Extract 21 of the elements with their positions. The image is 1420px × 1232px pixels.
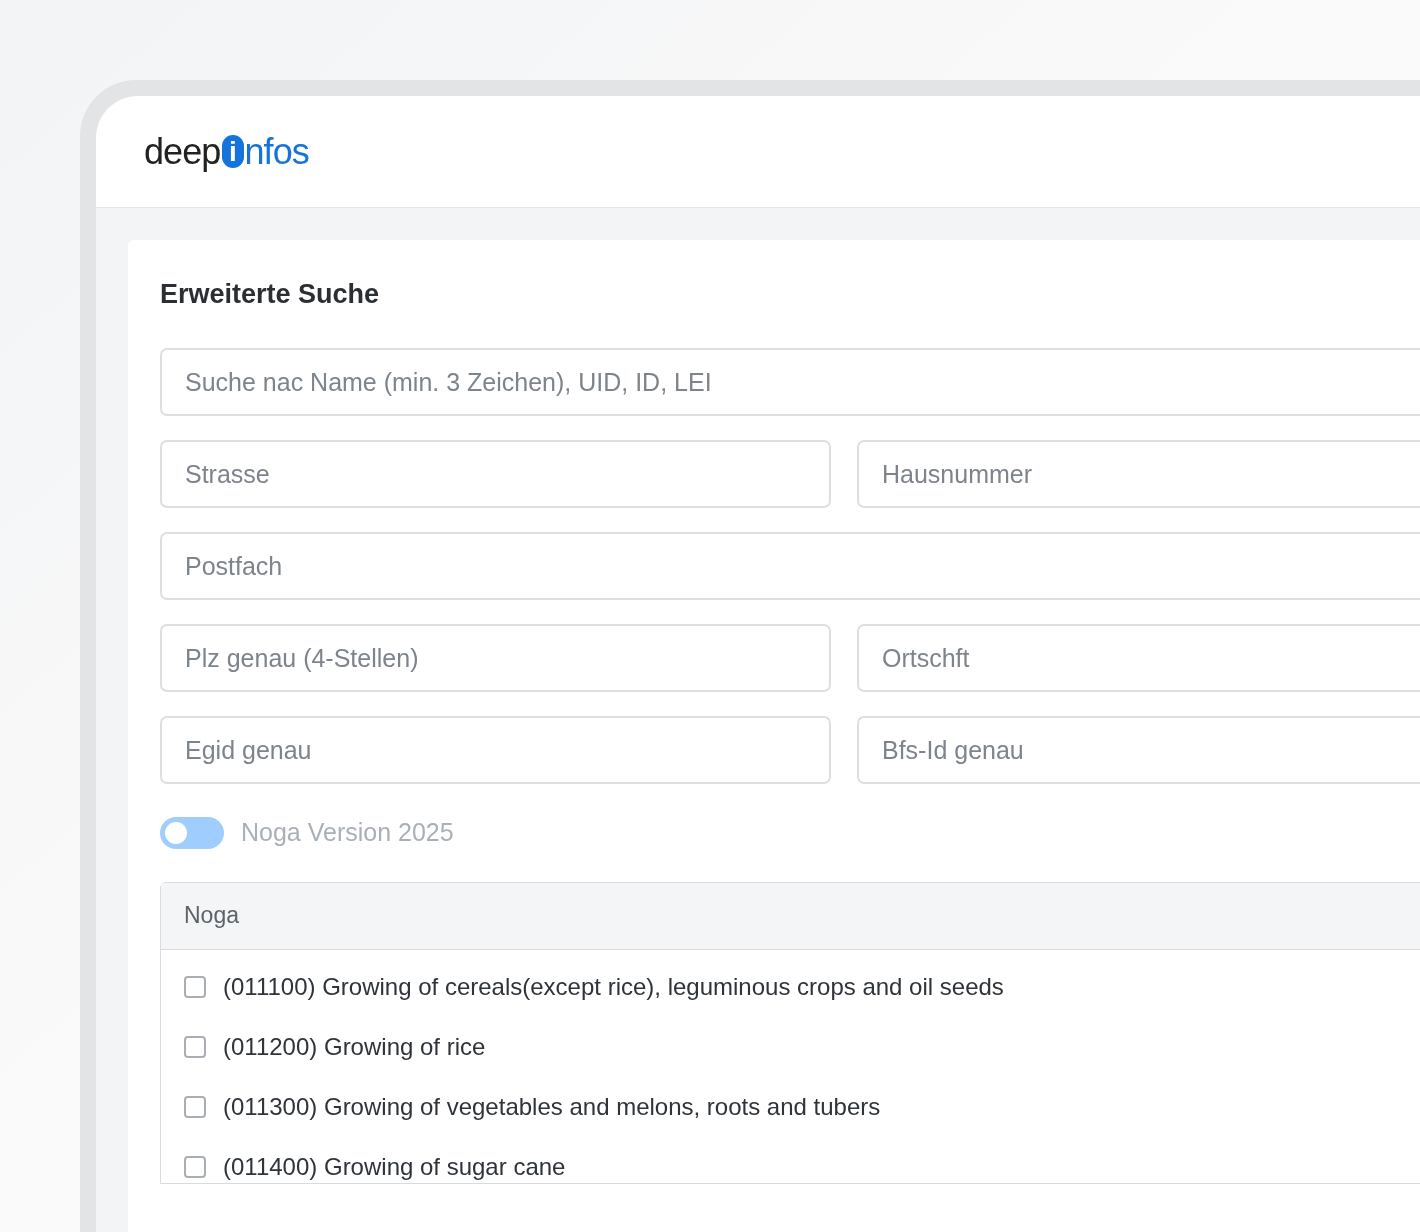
input-field[interactable]: Suche nac Name (min. 3 Zeichen), UID, ID, LEI — [160, 348, 1420, 416]
input-field[interactable]: Strasse — [160, 440, 831, 508]
checkbox[interactable] — [184, 1035, 206, 1058]
checkbox[interactable] — [184, 1095, 206, 1118]
input-field[interactable]: Postfach — [160, 532, 1420, 600]
checkbox[interactable] — [184, 1155, 206, 1178]
card-title: Erweiterte Suche — [160, 277, 381, 311]
input-field[interactable]: Bfs-Id genau — [857, 716, 1420, 784]
input-field[interactable]: Hausnummer — [857, 440, 1420, 508]
logo[interactable]: deep i nfos — [144, 133, 309, 170]
checkbox-label: (011100) Growing of cereals(except rice), leguminous crops and oil seeds — [223, 971, 1004, 1002]
checkbox-label: (011300) Growing of vegetables and melons, roots and tubers — [223, 1091, 881, 1122]
panel-header: Noga — [161, 882, 1420, 950]
toggle-switch[interactable] — [160, 816, 224, 849]
checkbox-label: (011200) Growing of rice — [223, 1031, 486, 1062]
input-field[interactable]: Egid genau — [160, 716, 831, 784]
toggle-label: Noga Version 2025 — [241, 817, 454, 848]
input-field[interactable]: Plz genau (4-Stellen) — [160, 624, 831, 692]
checkbox[interactable] — [184, 975, 206, 998]
checkbox-label: (011400) Growing of sugar cane — [223, 1151, 566, 1182]
input-field[interactable]: Ortschft — [857, 624, 1420, 692]
